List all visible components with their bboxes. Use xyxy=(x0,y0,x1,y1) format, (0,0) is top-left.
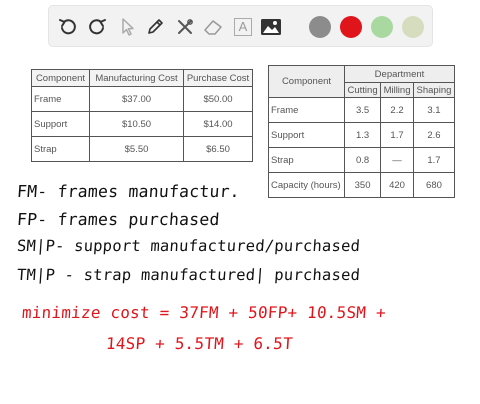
color-swatch-red[interactable] xyxy=(340,16,362,38)
table-row: Frame 3.5 2.2 3.1 xyxy=(268,97,456,123)
table-cell: Frame xyxy=(268,97,345,123)
table-cell: 3.1 xyxy=(412,97,456,123)
column-header: Shaping xyxy=(412,82,456,98)
table-cell: 0.8 xyxy=(343,147,382,173)
color-swatch-green[interactable] xyxy=(371,16,393,38)
note-line-3: SM|P- support manufactured/purchased xyxy=(16,237,361,255)
table-cell: $5.50 xyxy=(89,136,184,162)
redo-icon[interactable] xyxy=(85,15,109,39)
group-header: Department xyxy=(344,65,455,83)
column-header: Component xyxy=(31,69,90,87)
note-line-2: FP- frames purchased xyxy=(16,210,221,229)
table-row: Support $10.50 $14.00 xyxy=(31,111,253,137)
column-header: Milling xyxy=(380,82,414,98)
column-header: Purchase Cost xyxy=(183,69,253,87)
table-cell: 680 xyxy=(412,172,456,198)
column-header: Cutting xyxy=(343,82,382,98)
note-line-1: FM- frames manufactur. xyxy=(16,182,241,201)
note-line-6: 14SP + 5.5TM + 6.5T xyxy=(105,334,294,353)
column-header: Component xyxy=(268,65,345,98)
table-cell: 2.6 xyxy=(412,122,456,148)
table-cell: $50.00 xyxy=(183,86,253,112)
table-cell: Strap xyxy=(268,147,345,173)
table-cell: Capacity (hours) xyxy=(268,172,345,198)
table-cell: $6.50 xyxy=(183,136,253,162)
note-line-5: minimize cost = 37FM + 50FP+ 10.5SM + xyxy=(21,303,387,322)
table-cell: Frame xyxy=(31,86,90,112)
cost-table: Component Manufacturing Cost Purchase Co… xyxy=(31,69,253,162)
dept-table-header: Component Department xyxy=(268,65,455,98)
text-icon[interactable]: A xyxy=(231,15,255,39)
table-cell: $37.00 xyxy=(89,86,184,112)
image-icon[interactable] xyxy=(259,15,283,39)
pencil-icon[interactable] xyxy=(143,15,167,39)
color-swatch-beige[interactable] xyxy=(402,16,424,38)
table-row: Frame $37.00 $50.00 xyxy=(31,86,253,112)
table-cell: 420 xyxy=(380,172,414,198)
table-cell: 1.3 xyxy=(343,122,382,148)
note-line-4: TM|P - strap manufactured| purchased xyxy=(16,266,361,284)
table-cell: — xyxy=(380,147,414,173)
color-swatch-gray[interactable] xyxy=(309,16,331,38)
table-cell: 3.5 xyxy=(343,97,382,123)
table-row: Support 1.3 1.7 2.6 xyxy=(268,122,456,148)
table-cell: 1.7 xyxy=(412,147,456,173)
department-table: Component Department Cutting Milling Sha… xyxy=(268,65,456,198)
table-cell: 350 xyxy=(343,172,382,198)
text-tool-label: A xyxy=(234,18,252,36)
undo-icon[interactable] xyxy=(56,15,80,39)
table-cell: Support xyxy=(268,122,345,148)
table-cell: 1.7 xyxy=(380,122,414,148)
table-cell: Support xyxy=(31,111,90,137)
cost-table-header: Component Manufacturing Cost Purchase Co… xyxy=(31,69,253,87)
table-cell: 2.2 xyxy=(380,97,414,123)
tools-icon[interactable] xyxy=(173,15,197,39)
table-row: Capacity (hours) 350 420 680 xyxy=(268,172,456,198)
column-header: Manufacturing Cost xyxy=(89,69,184,87)
table-row: Strap $5.50 $6.50 xyxy=(31,136,253,162)
table-cell: $14.00 xyxy=(183,111,253,137)
table-cell: $10.50 xyxy=(89,111,184,137)
table-row: Strap 0.8 — 1.7 xyxy=(268,147,456,173)
table-cell: Strap xyxy=(31,136,90,162)
pointer-icon[interactable] xyxy=(115,15,139,39)
eraser-icon[interactable] xyxy=(201,15,225,39)
drawing-toolbar: A xyxy=(48,5,433,47)
